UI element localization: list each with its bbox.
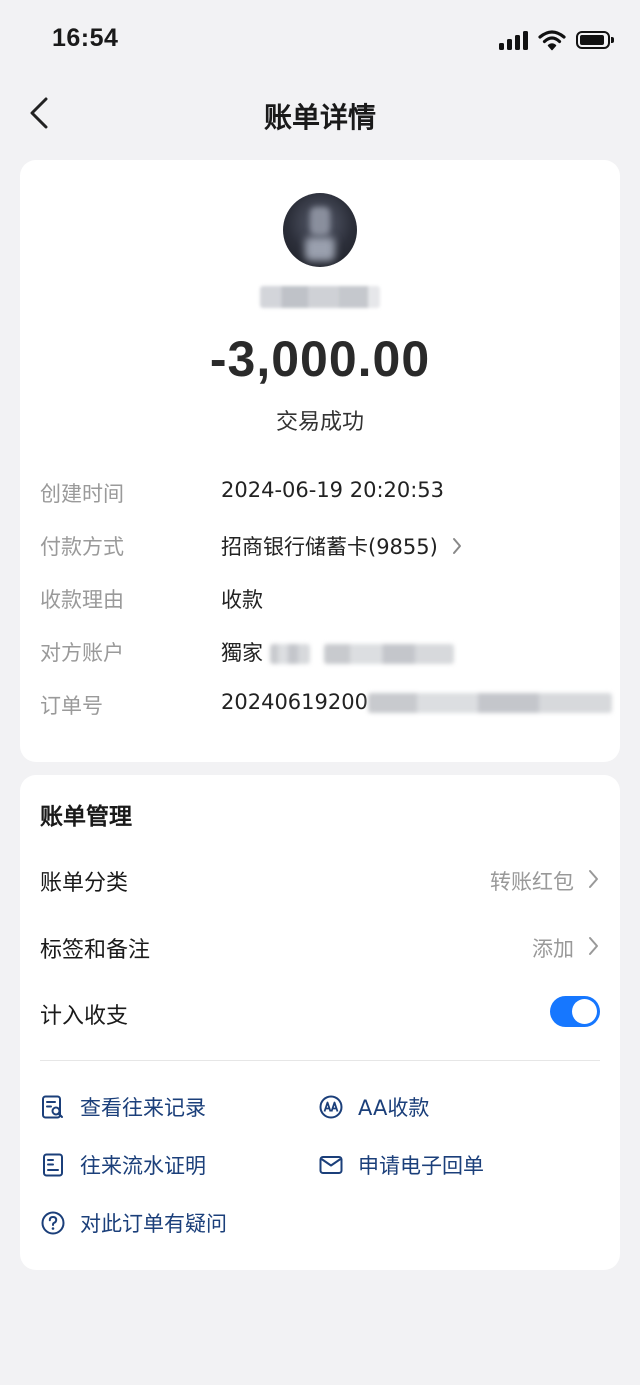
action-label: 查看往来记录 — [80, 1096, 206, 1120]
row-label: 标签和备注 — [40, 938, 151, 963]
detail-row-created-time: 创建时间 2024-06-19 20:20:53 — [40, 478, 600, 510]
chevron-right-icon — [589, 870, 598, 888]
tags-notes-row[interactable]: 标签和备注 添加 — [40, 926, 600, 966]
detail-label: 对方账户 — [40, 641, 124, 665]
detail-value: 20240619200 — [221, 690, 368, 714]
question-icon — [41, 1211, 65, 1235]
detail-label: 收款理由 — [40, 588, 124, 612]
transaction-amount: -3,000.00 — [209, 331, 431, 387]
view-records-link[interactable]: 查看往来记录 — [40, 1090, 206, 1124]
row-label: 账单分类 — [40, 871, 129, 896]
cellular-signal-icon — [499, 30, 528, 50]
status-time: 16:54 — [52, 24, 119, 52]
payee-name-redacted[interactable] — [260, 286, 380, 308]
status-bar: 16:54 — [0, 0, 640, 80]
electronic-receipt-link[interactable]: 申请电子回单 — [318, 1148, 484, 1182]
transaction-statement-link[interactable]: 往来流水证明 — [40, 1148, 206, 1182]
status-icons — [499, 28, 614, 52]
include-in-stats-row: 计入收支 — [40, 992, 600, 1032]
action-label: 申请电子回单 — [358, 1154, 484, 1178]
navigation-bar: 账单详情 — [0, 80, 640, 150]
row-label: 计入收支 — [40, 1004, 129, 1029]
row-value: 添加 — [532, 937, 574, 961]
detail-row-counterparty: 对方账户 獨家 — [40, 637, 600, 669]
detail-label: 付款方式 — [40, 535, 124, 559]
bill-category-row[interactable]: 账单分类 转账红包 — [40, 859, 600, 899]
order-question-link[interactable]: 对此订单有疑问 — [40, 1206, 227, 1240]
chevron-right-icon — [589, 937, 598, 955]
page-title: 账单详情 — [263, 101, 376, 134]
redacted-text — [367, 693, 612, 713]
redacted-text — [324, 644, 455, 664]
row-value: 转账红包 — [490, 870, 574, 894]
battery-icon — [576, 31, 614, 49]
statement-icon — [43, 1153, 63, 1177]
detail-row-order-number: 订单号 20240619200 — [40, 690, 612, 722]
detail-label: 订单号 — [40, 694, 103, 718]
aa-collect-link[interactable]: AA收款 — [318, 1090, 429, 1124]
document-search-icon — [42, 1095, 63, 1119]
transaction-card: -3,000.00 交易成功 创建时间 2024-06-19 20:20:53 … — [20, 160, 620, 762]
action-label: 往来流水证明 — [80, 1154, 206, 1178]
bill-management-card: 账单管理 账单分类 转账红包 标签和备注 添加 计入收支 查看往来记录 AA收款… — [20, 775, 620, 1270]
detail-row-payment-method[interactable]: 付款方式 招商银行储蓄卡(9855) — [40, 531, 600, 563]
payment-method-link[interactable]: 招商银行储蓄卡(9855) — [221, 531, 463, 561]
detail-row-reason: 收款理由 收款 — [40, 584, 600, 616]
transaction-status: 交易成功 — [275, 410, 364, 435]
payee-avatar[interactable] — [283, 193, 357, 267]
detail-label: 创建时间 — [40, 482, 124, 506]
wifi-icon — [538, 30, 566, 51]
detail-value: 收款 — [221, 588, 263, 612]
redacted-text — [269, 644, 310, 664]
action-label: AA收款 — [358, 1096, 430, 1120]
action-label: 对此订单有疑问 — [80, 1212, 227, 1236]
mail-icon — [319, 1156, 343, 1174]
section-title: 账单管理 — [40, 804, 132, 830]
include-in-stats-toggle[interactable] — [550, 996, 600, 1027]
divider — [40, 1060, 600, 1061]
detail-value: 招商银行储蓄卡(9855) — [221, 535, 438, 559]
aa-icon — [319, 1095, 343, 1119]
detail-value: 2024-06-19 20:20:53 — [221, 478, 445, 502]
detail-value: 獨家 — [221, 641, 263, 665]
chevron-right-icon — [452, 538, 461, 554]
